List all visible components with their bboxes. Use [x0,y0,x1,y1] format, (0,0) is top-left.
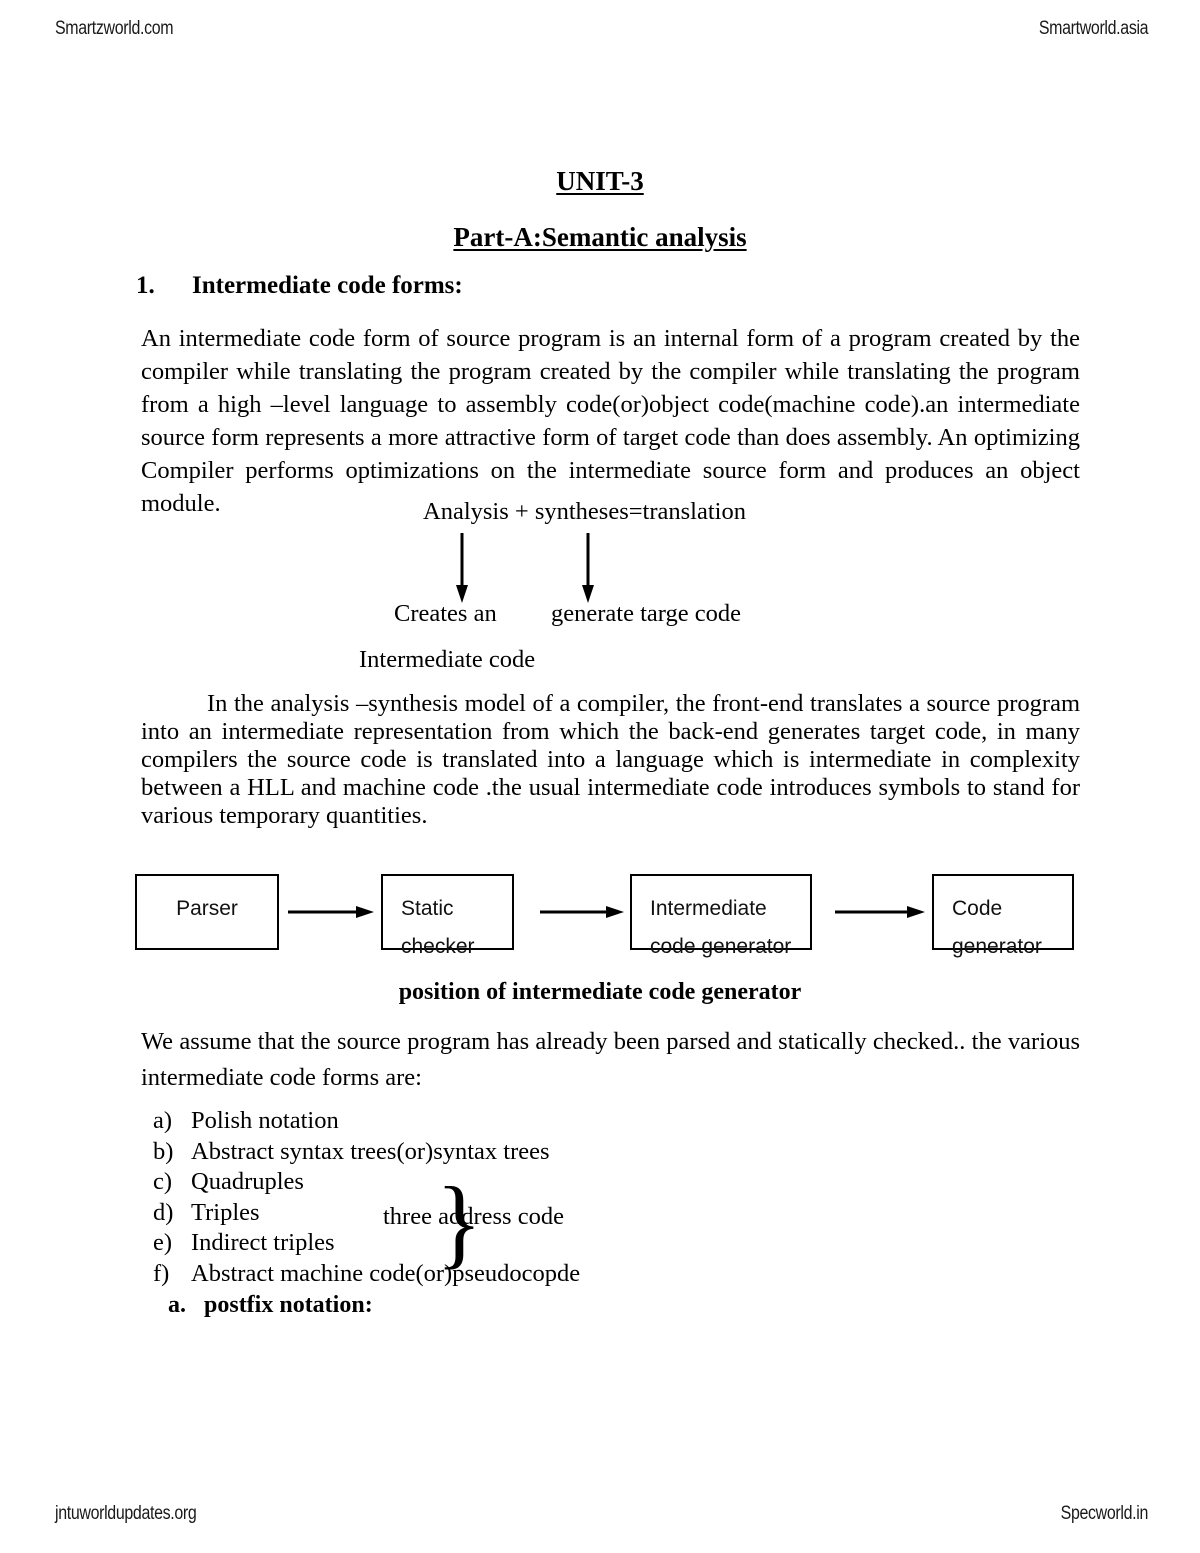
down-arrow-icon-right [581,533,595,603]
section-heading: 1. Intermediate code forms: [136,272,463,300]
document-page: Smartzworld.com Smartworld.asia UNIT-3 P… [0,0,1200,1553]
curly-brace-icon: } [436,1165,483,1279]
list-item-label: Polish notation [191,1107,339,1134]
flowchart-box-icg-line2: code generator [650,935,792,958]
page-title-part: Part-A:Semantic analysis [453,222,747,252]
page-title-unit: UNIT-3 [556,166,644,196]
running-head-right: Smartworld.asia [1038,18,1149,39]
flowchart-box-parser: Parser [135,874,279,950]
flowchart-box-code-generator: Code generator [932,874,1074,958]
list-item: b) Abstract syntax trees(or)syntax trees [153,1137,580,1168]
paragraph-assumption: We assume that the source program has al… [141,1028,1080,1091]
flowchart-box-codegen-line2: generator [952,935,1042,958]
list-item-label: Abstract syntax trees(or)syntax trees [191,1137,550,1165]
right-arrow-icon-1 [288,905,374,919]
list-item-label: Quadruples [191,1168,304,1195]
section-title: Intermediate code forms: [192,272,463,299]
flowchart-box-intermediate-code-generator: Intermediate code generator [630,874,812,958]
flowchart-box-codegen-line1: Code [952,897,1003,920]
list-item: c) Quadruples [153,1167,580,1198]
right-arrow-icon-2 [540,905,624,919]
paragraph-analysis-synthesis: In the analysis –synthesis model of a co… [141,690,1080,829]
translation-right-label: generate targe code [551,600,741,627]
list-item-label: Indirect triples [191,1229,335,1256]
paragraph-intro: An intermediate code form of source prog… [141,325,1080,517]
list-item-marker: c) [153,1168,173,1195]
translation-equation: Analysis + syntheses=translation [423,498,746,525]
list-item-label: Abstract machine code(or)pseudocopde [191,1259,581,1287]
flowchart-box-static-checker: Static checker [381,874,514,958]
list-item: f) Abstract machine code(or)pseudocopde [153,1259,580,1290]
list-item-marker: f) [153,1259,170,1287]
code-forms-list: a) Polish notation b) Abstract syntax tree… [153,1106,580,1289]
running-foot-right: Specworld.in [1060,1503,1149,1524]
flowchart-box-icg-line1: Intermediate [650,897,767,920]
running-foot-left: jntuworldupdates.org [55,1503,197,1524]
sub-list-item-label: postfix notation: [204,1292,373,1318]
sub-list-item-marker: a. [168,1292,186,1318]
list-item: a) Polish notation [153,1106,580,1137]
list-item-marker: b) [153,1137,174,1165]
flowchart-box-parser-line1: Parser [176,897,238,920]
translation-left-label: Creates an [394,600,497,627]
list-item-label: Triples [191,1198,260,1226]
list-item-marker: d) [153,1198,174,1226]
list-item: e) Indirect triples [153,1228,580,1259]
translation-left-sublabel: Intermediate code [359,646,536,673]
running-head-left: Smartzworld.com [55,18,174,39]
flowchart-box-static-line2: checker [401,935,475,958]
sub-list-item-postfix-notation: a. postfix notation: [168,1292,373,1319]
list-item-marker: a) [153,1107,173,1134]
flowchart-box-static-line1: Static [401,897,454,920]
flowchart-caption: position of intermediate code generator [398,979,802,1005]
list-item-marker: e) [153,1229,173,1256]
down-arrow-icon-left [455,533,469,603]
section-number: 1. [136,272,155,299]
right-arrow-icon-3 [835,905,925,919]
